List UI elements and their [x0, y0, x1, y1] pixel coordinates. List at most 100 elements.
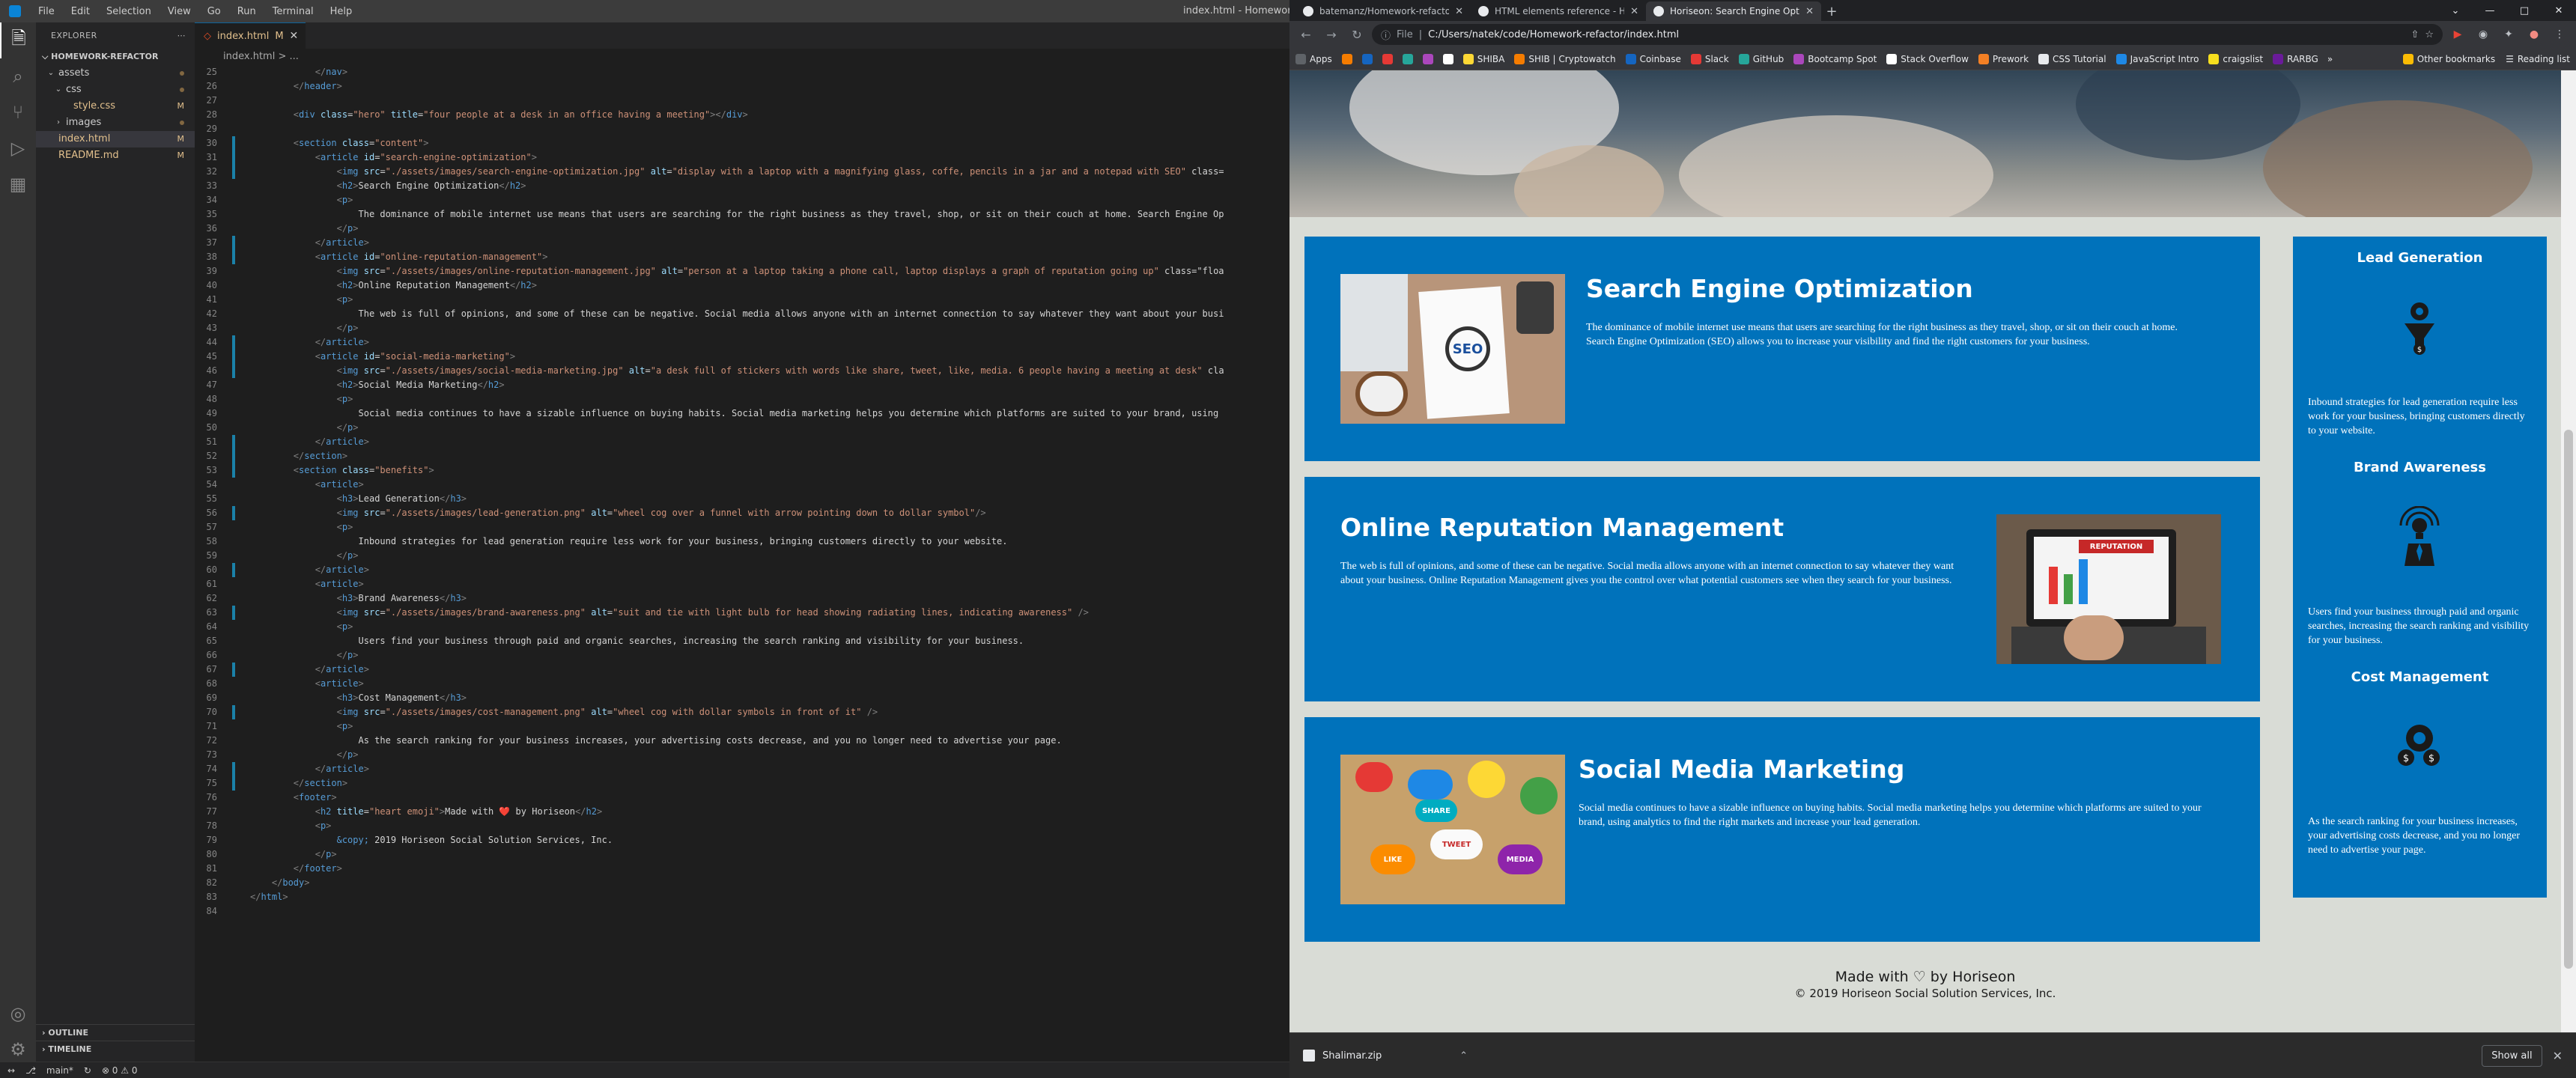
scrollbar-thumb[interactable] — [2564, 430, 2573, 969]
outline-section[interactable]: › OUTLINE — [36, 1024, 195, 1041]
browser-tab[interactable]: Horiseon: Search Engine Optimiz ✕ — [1646, 1, 1821, 21]
code-line[interactable]: 51 </article> — [195, 435, 1289, 449]
remote-icon[interactable]: ↔ — [7, 1065, 15, 1076]
extensions-icon[interactable]: ▦ — [0, 166, 36, 202]
tree-item-images[interactable]: › images — [36, 115, 195, 131]
timeline-section[interactable]: › TIMELINE — [36, 1041, 195, 1057]
url-text[interactable]: C:/Users/natek/code/Homework-refactor/in… — [1428, 29, 1679, 40]
menu-kebab-icon[interactable]: ⋮ — [2549, 24, 2570, 45]
code-line[interactable]: 57 <p> — [195, 520, 1289, 535]
bookmark-item[interactable]: GitHub — [1738, 53, 1784, 64]
code-line[interactable]: 74 </article> — [195, 762, 1289, 776]
sync-icon[interactable]: ↻ — [84, 1065, 91, 1076]
reload-button[interactable]: ↻ — [1346, 24, 1367, 45]
code-line[interactable]: 64 <p> — [195, 620, 1289, 634]
code-line[interactable]: 27 — [195, 94, 1289, 108]
menu-view[interactable]: View — [160, 6, 199, 17]
page-scrollbar[interactable] — [2561, 70, 2576, 1032]
bookmark-favicon-icon[interactable] — [1361, 53, 1373, 64]
menu-file[interactable]: File — [30, 6, 63, 17]
bookmark-item[interactable]: craigslist — [2208, 53, 2263, 64]
code-line[interactable]: 60 </article> — [195, 563, 1289, 577]
code-line[interactable]: 53 <section class="benefits"> — [195, 463, 1289, 478]
forward-button[interactable]: → — [1321, 24, 1342, 45]
chevron-up-icon[interactable]: ⌃ — [1459, 1050, 1468, 1062]
menu-terminal[interactable]: Terminal — [264, 6, 322, 17]
browser-tab[interactable]: HTML elements reference - HTML ✕ — [1471, 1, 1646, 21]
bookmark-item[interactable]: Prework — [1978, 53, 2029, 64]
menu-edit[interactable]: Edit — [63, 6, 98, 17]
code-line[interactable]: 36 </p> — [195, 222, 1289, 236]
project-root[interactable]: ⌵ HOMEWORK-REFACTOR — [36, 49, 195, 65]
menu-selection[interactable]: Selection — [98, 6, 160, 17]
code-editor[interactable]: 25 </nav> 26 </header> 27 28 <div class="he… — [195, 65, 1289, 1062]
code-line[interactable]: 61 <article> — [195, 577, 1289, 591]
code-line[interactable]: 59 </p> — [195, 549, 1289, 563]
tree-item-assets[interactable]: ⌄ assets — [36, 65, 195, 82]
bookmark-favicon-icon[interactable] — [1402, 53, 1413, 64]
bookmark-favicon-icon[interactable] — [1382, 53, 1393, 64]
page-viewport[interactable]: SEO Search Engine Optimization The domin… — [1289, 70, 2576, 1032]
code-line[interactable]: 81 </footer> — [195, 862, 1289, 876]
code-line[interactable]: 35 The dominance of mobile internet use … — [195, 207, 1289, 222]
bookmark-item[interactable]: RARBG — [2273, 53, 2318, 64]
code-line[interactable]: 38 <article id="online-reputation-manage… — [195, 250, 1289, 264]
address-bar[interactable]: ⓘ File | C:/Users/natek/code/Homework-re… — [1372, 24, 2443, 45]
bookmark-item[interactable]: CSS Tutorial — [2038, 53, 2106, 64]
close-tab-icon[interactable]: ✕ — [1630, 6, 1638, 17]
minimize-button[interactable]: — — [2473, 0, 2507, 21]
bookmark-item[interactable]: SHIB | Cryptowatch — [1514, 53, 1616, 64]
code-line[interactable]: 76 <footer> — [195, 791, 1289, 805]
bookmark-star-icon[interactable]: ☆ — [2425, 29, 2434, 40]
code-line[interactable]: 31 <article id="search-engine-optimizati… — [195, 150, 1289, 165]
code-line[interactable]: 56 <img src="./assets/images/lead-genera… — [195, 506, 1289, 520]
code-line[interactable]: 71 <p> — [195, 719, 1289, 734]
menu-run[interactable]: Run — [229, 6, 264, 17]
breadcrumb[interactable]: index.html > ... — [195, 49, 1289, 65]
extension-icon[interactable]: ◉ — [2473, 24, 2494, 45]
search-icon[interactable]: ⌕ — [0, 58, 36, 94]
code-line[interactable]: 54 <article> — [195, 478, 1289, 492]
bookmark-item[interactable]: Bootcamp Spot — [1793, 53, 1877, 64]
close-icon[interactable]: ✕ — [290, 30, 299, 42]
explorer-files-icon[interactable]: 🗎 — [0, 22, 36, 58]
code-line[interactable]: 63 <img src="./assets/images/brand-aware… — [195, 606, 1289, 620]
code-line[interactable]: 79 &copy; 2019 Horiseon Social Solution … — [195, 833, 1289, 847]
close-tab-icon[interactable]: ✕ — [1455, 6, 1463, 17]
code-line[interactable]: 25 </nav> — [195, 65, 1289, 79]
bookmark-item[interactable]: Stack Overflow — [1886, 53, 1969, 64]
bookmark-favicon-icon[interactable] — [1422, 53, 1433, 64]
bookmark-item[interactable]: Apps — [1295, 53, 1332, 64]
code-line[interactable]: 40 <h2>Online Reputation Management</h2> — [195, 278, 1289, 293]
code-line[interactable]: 43 </p> — [195, 321, 1289, 335]
close-window-button[interactable]: ✕ — [2542, 0, 2576, 21]
back-button[interactable]: ← — [1295, 24, 1316, 45]
problems-count[interactable]: ⊗ 0 ⚠ 0 — [102, 1065, 138, 1076]
code-line[interactable]: 83 </html> — [195, 890, 1289, 904]
tree-item-readme-md[interactable]: README.md M — [36, 147, 195, 164]
tree-item-index-html[interactable]: index.html M — [36, 131, 195, 147]
bookmark-item[interactable]: Coinbase — [1625, 53, 1681, 64]
source-control-icon[interactable]: ⑂ — [0, 94, 36, 130]
extension-icon[interactable]: ▶ — [2447, 24, 2468, 45]
code-line[interactable]: 66 </p> — [195, 648, 1289, 663]
code-line[interactable]: 49 Social media continues to have a siza… — [195, 406, 1289, 421]
info-icon[interactable]: ⓘ — [1381, 28, 1391, 42]
accounts-icon[interactable]: ◎ — [0, 996, 36, 1032]
profile-avatar[interactable]: ● — [2524, 24, 2545, 45]
code-line[interactable]: 46 <img src="./assets/images/social-medi… — [195, 364, 1289, 378]
bookmark-item[interactable]: JavaScript Intro — [2115, 53, 2199, 64]
code-line[interactable]: 73 </p> — [195, 748, 1289, 762]
code-line[interactable]: 75 </section> — [195, 776, 1289, 791]
browser-tab[interactable]: batemanz/Homework-refactor: I ✕ — [1295, 1, 1471, 21]
code-line[interactable]: 45 <article id="social-media-marketing"> — [195, 350, 1289, 364]
code-line[interactable]: 80 </p> — [195, 847, 1289, 862]
maximize-button[interactable]: □ — [2507, 0, 2542, 21]
code-line[interactable]: 34 <p> — [195, 193, 1289, 207]
code-line[interactable]: 29 — [195, 122, 1289, 136]
bookmark-favicon-icon[interactable] — [1442, 53, 1453, 64]
code-line[interactable]: 82 </body> — [195, 876, 1289, 890]
code-line[interactable]: 55 <h3>Lead Generation</h3> — [195, 492, 1289, 506]
close-tab-icon[interactable]: ✕ — [1805, 6, 1814, 17]
tree-item-css[interactable]: ⌄ css — [36, 82, 195, 98]
